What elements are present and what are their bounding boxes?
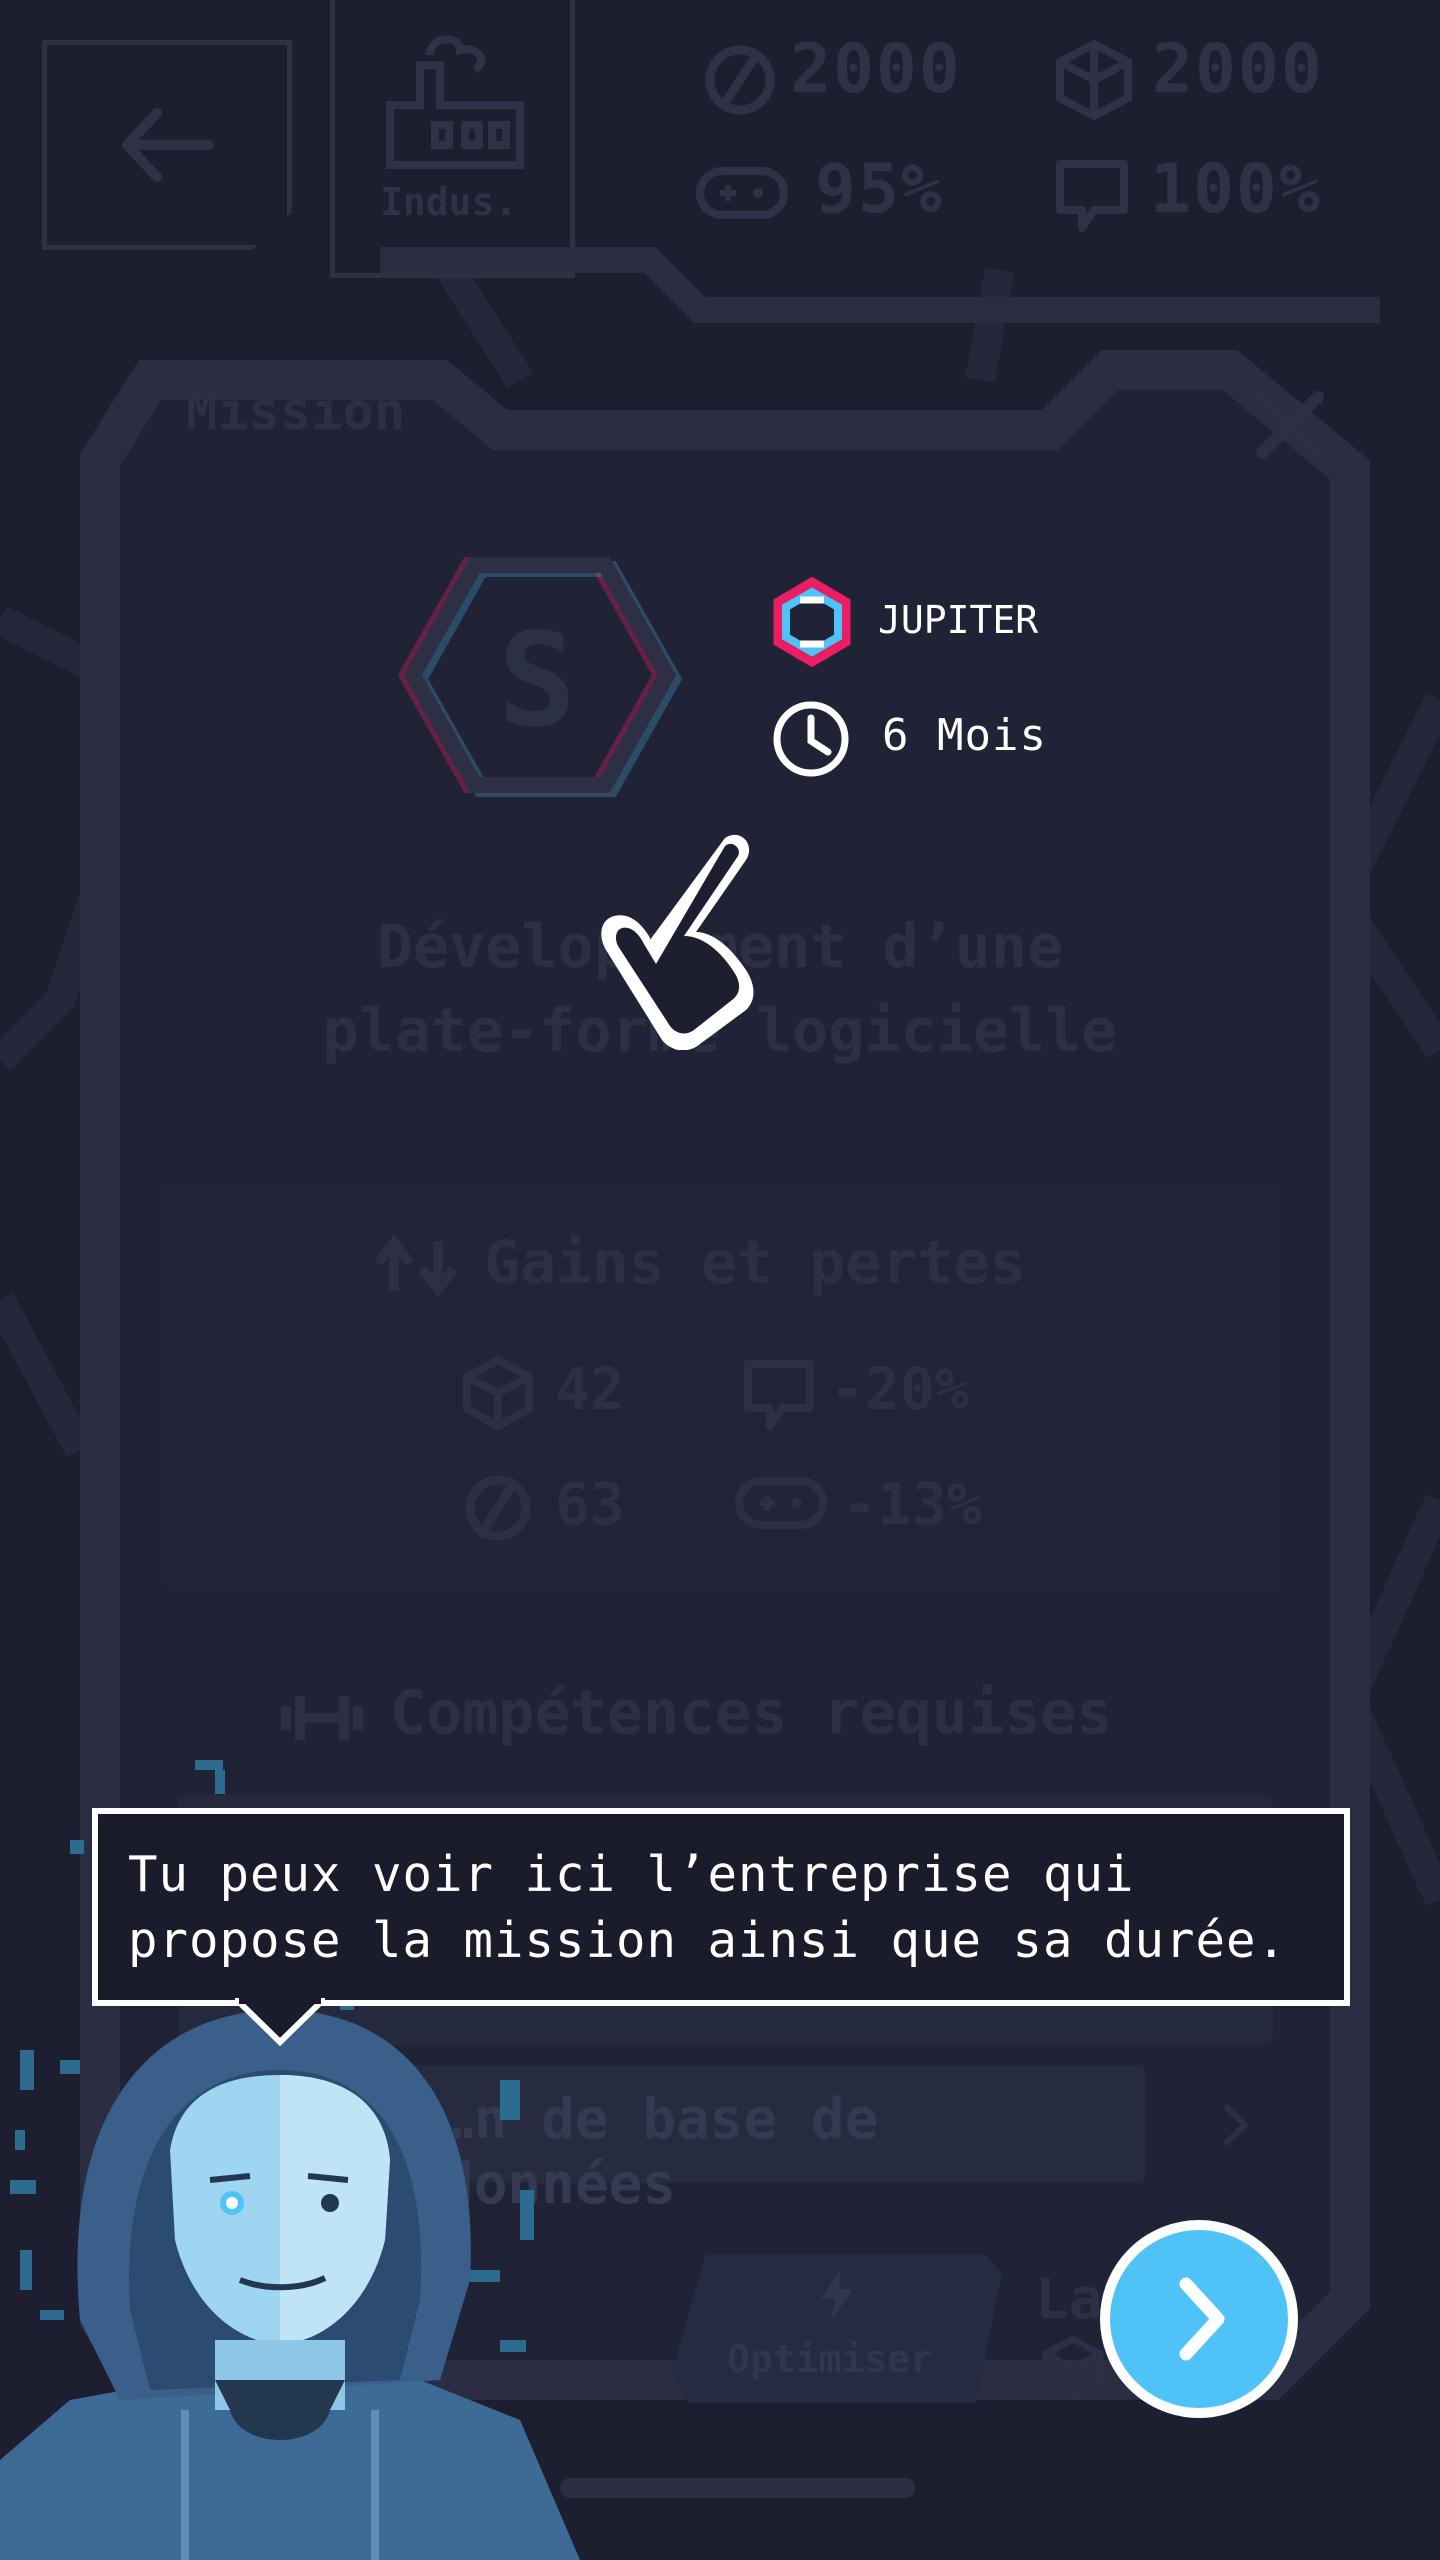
- next-button[interactable]: [1100, 2220, 1298, 2418]
- scroll-handle[interactable]: [560, 2478, 915, 2498]
- dumbbell-icon: [281, 1696, 363, 1740]
- tutorial-text-line2: propose la mission ainsi que sa durée.: [128, 1912, 1288, 1969]
- cube-icon: [463, 1355, 533, 1431]
- pointing-hand-icon: [601, 834, 754, 1050]
- loss-satisfaction: -13%: [842, 1470, 982, 1538]
- company-logo-icon: [773, 576, 851, 668]
- skills-title: Compétences requises: [390, 1678, 1113, 1748]
- guide-character: [0, 2010, 580, 2560]
- mission-title: Mission: [186, 382, 406, 442]
- loss-communication: -20%: [830, 1355, 970, 1423]
- gamepad-icon: [735, 1477, 827, 1529]
- company-name: JUPITER: [878, 598, 1039, 642]
- gain-resources: 42: [555, 1355, 625, 1423]
- close-icon[interactable]: [1250, 385, 1330, 465]
- cube-icon: [1042, 2335, 1104, 2401]
- chevron-right-icon: [1179, 2277, 1225, 2361]
- bubble-tail: [235, 1998, 325, 2047]
- chat-icon: [744, 1360, 814, 1430]
- up-down-arrows-icon: [374, 1235, 458, 1297]
- tutorial-bubble: Tu peux voir ici l’entreprise qui propos…: [92, 1808, 1350, 2006]
- gains-title: Gains et pertes: [484, 1228, 1026, 1298]
- gain-currency: 63: [555, 1470, 625, 1538]
- currency-icon: [465, 1475, 531, 1541]
- clock-icon: [773, 701, 849, 777]
- lightning-icon: [821, 2269, 853, 2321]
- optimize-label: Optimiser: [727, 2337, 933, 2381]
- optimize-button[interactable]: Optimiser: [672, 2255, 1002, 2403]
- tutorial-text-line1: Tu peux voir ici l’entreprise qui: [128, 1846, 1135, 1903]
- mission-duration: 6 Mois: [882, 710, 1047, 761]
- chevron-right-icon: [1222, 2103, 1250, 2147]
- rank-letter: S: [498, 604, 577, 756]
